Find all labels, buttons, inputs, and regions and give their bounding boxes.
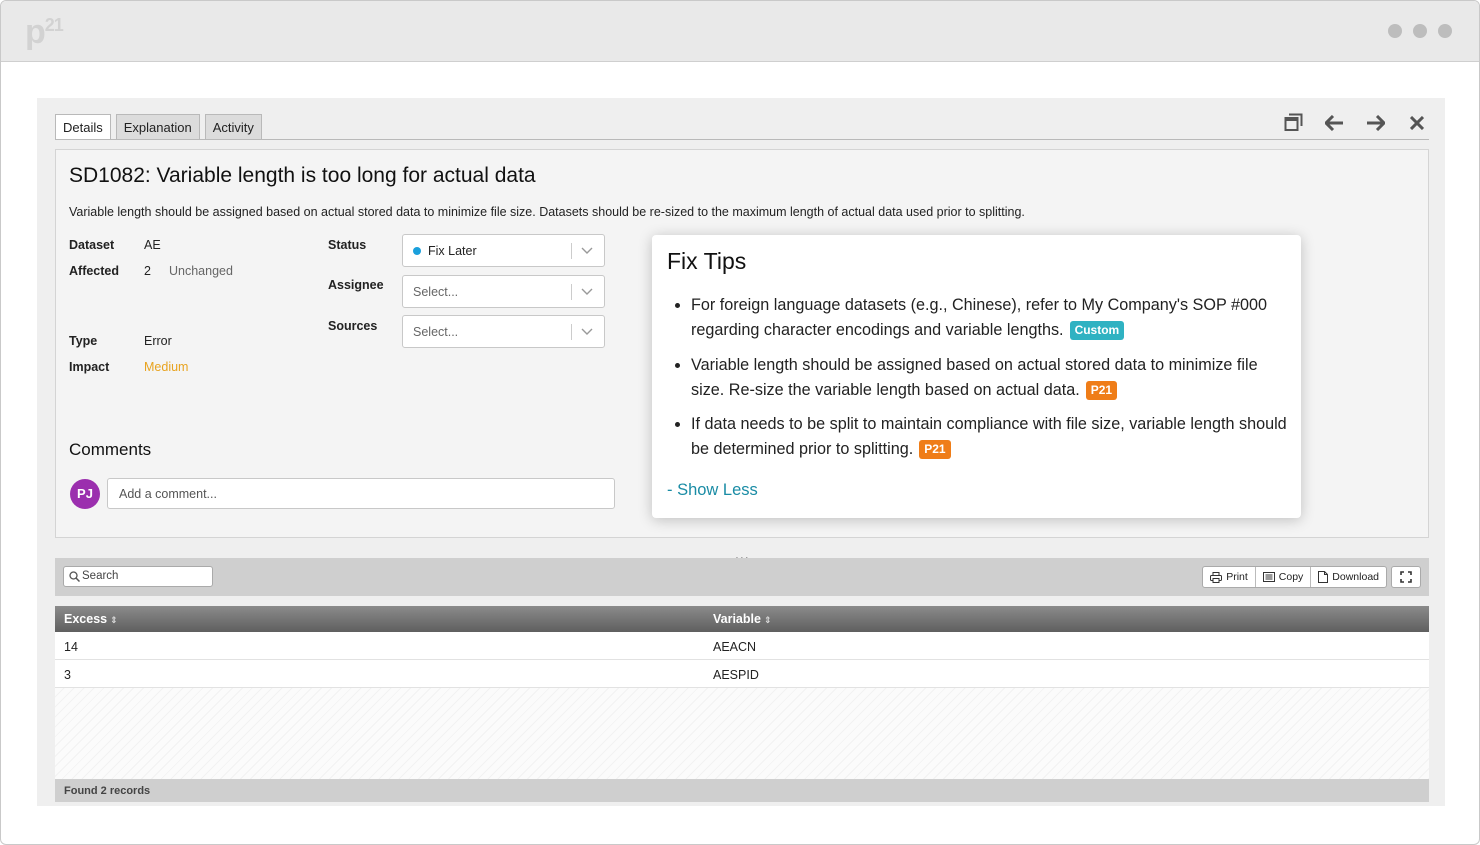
fix-tip-text: If data needs to be split to maintain co… <box>691 415 1287 458</box>
rule-title: SD1082: Variable length is too long for … <box>69 164 536 187</box>
fix-tip-item: If data needs to be split to maintain co… <box>669 412 1289 462</box>
p21-badge: P21 <box>919 440 951 459</box>
select-separator <box>571 324 572 340</box>
select-separator <box>571 243 572 259</box>
copy-label: Copy <box>1278 571 1304 583</box>
issue-panel: Details Explanation Activity SD1082: Var… <box>37 98 1445 806</box>
copy-icon <box>1262 572 1275 582</box>
sort-icon: ⇕ <box>110 615 118 625</box>
tab-bar: Details Explanation Activity <box>55 114 262 140</box>
window-dot-3[interactable] <box>1438 24 1452 38</box>
fix-tip-text: Variable length should be assigned based… <box>691 355 1258 399</box>
status-dot <box>413 247 421 255</box>
table-row[interactable]: 3 AESPID <box>55 660 1429 688</box>
assignee-select[interactable]: Select... <box>402 275 605 308</box>
status-text: Fix Later <box>428 244 477 258</box>
affected-label: Affected <box>69 264 120 278</box>
type-value: Error <box>144 334 172 348</box>
fix-tips-title: Fix Tips <box>667 248 747 274</box>
impact-value: Medium <box>144 360 189 374</box>
status-select-value: Fix Later <box>413 244 477 258</box>
app-window: p21 Details Explanation Activity SD1082:… <box>0 0 1480 845</box>
affected-note: Unchanged <box>169 264 233 278</box>
cell-variable: AESPID <box>713 668 759 682</box>
logo-sup: 21 <box>44 15 64 35</box>
print-button[interactable]: Print <box>1203 567 1256 587</box>
grid-toolbar: Search Print Copy Download <box>55 558 1429 596</box>
export-button-group: Print Copy Download <box>1202 566 1387 588</box>
close-icon[interactable] <box>1406 112 1427 133</box>
show-less-link[interactable]: - Show Less <box>667 481 758 500</box>
search-placeholder: Search <box>82 570 119 582</box>
tab-details[interactable]: Details <box>55 114 111 140</box>
grid-header: Excess ⇕ Variable ⇕ <box>55 606 1429 632</box>
fullscreen-button[interactable] <box>1391 566 1421 588</box>
results-grid: Excess ⇕ Variable ⇕ 14 AEACN 3 AESPID Foun… <box>55 606 1429 802</box>
panel-toolbar <box>1283 112 1427 133</box>
printer-icon <box>1210 571 1223 583</box>
window-dot-2[interactable] <box>1413 24 1427 38</box>
details-pane: SD1082: Variable length is too long for … <box>55 149 1429 538</box>
impact-label: Impact <box>69 360 110 374</box>
grid-empty-area <box>55 688 1429 779</box>
arrow-left-icon[interactable] <box>1324 112 1345 133</box>
sources-placeholder: Select... <box>413 325 459 339</box>
download-button[interactable]: Download <box>1311 567 1386 587</box>
column-header-variable[interactable]: Variable ⇕ <box>713 612 772 626</box>
type-label: Type <box>69 334 98 348</box>
chevron-down-icon[interactable] <box>581 244 593 256</box>
grid-actions: Print Copy Download <box>1202 566 1421 588</box>
sources-label: Sources <box>328 319 378 333</box>
select-separator <box>571 284 572 300</box>
affected-value: 2 <box>144 264 151 278</box>
p21-logo: p21 <box>25 13 64 52</box>
sources-select[interactable]: Select... <box>402 315 605 348</box>
fix-tips-list: For foreign language datasets (e.g., Chi… <box>669 293 1289 472</box>
fullscreen-icon <box>1400 571 1412 583</box>
cell-excess: 3 <box>64 668 71 682</box>
rule-description: Variable length should be assigned based… <box>69 205 1025 219</box>
tab-explanation[interactable]: Explanation <box>115 114 200 140</box>
fix-tips-card: Fix Tips For foreign language datasets (… <box>652 235 1301 518</box>
column-header-label: Variable <box>713 612 761 626</box>
arrow-right-icon[interactable] <box>1365 112 1386 133</box>
dataset-label: Dataset <box>69 238 115 252</box>
chevron-down-icon[interactable] <box>581 325 593 337</box>
search-icon <box>69 571 80 582</box>
p21-badge: P21 <box>1085 380 1118 400</box>
title-bar: p21 <box>1 1 1479 62</box>
document-icon <box>1318 571 1329 583</box>
tab-divider <box>55 139 1429 140</box>
cell-excess: 14 <box>64 640 78 654</box>
window-dot-1[interactable] <box>1388 24 1402 38</box>
print-label: Print <box>1226 571 1248 583</box>
status-select[interactable]: Fix Later <box>402 234 605 267</box>
assignee-label: Assignee <box>328 278 384 292</box>
table-row[interactable]: 14 AEACN <box>55 632 1429 660</box>
column-header-label: Excess <box>64 612 108 626</box>
fix-tip-item: Variable length should be assigned based… <box>669 353 1289 403</box>
column-header-excess[interactable]: Excess ⇕ <box>64 612 118 626</box>
window-controls <box>1388 24 1452 38</box>
status-label: Status <box>328 238 367 252</box>
comment-input[interactable]: Add a comment... <box>107 478 615 509</box>
fix-tip-text: For foreign language datasets (e.g., Chi… <box>691 296 1267 339</box>
dataset-value: AE <box>144 238 161 252</box>
custom-badge: Custom <box>1069 321 1125 340</box>
avatar: PJ <box>70 479 100 509</box>
chevron-down-icon[interactable] <box>581 285 593 297</box>
fix-tip-item: For foreign language datasets (e.g., Chi… <box>669 293 1289 343</box>
cell-variable: AEACN <box>713 640 757 654</box>
copy-button[interactable]: Copy <box>1256 567 1312 587</box>
grid-footer: Found 2 records <box>55 779 1429 802</box>
logo-letter: p <box>25 13 46 51</box>
download-label: Download <box>1332 571 1379 583</box>
tab-activity[interactable]: Activity <box>204 114 262 140</box>
search-input[interactable]: Search <box>63 566 213 587</box>
sort-icon: ⇕ <box>763 615 772 625</box>
comments-title: Comments <box>69 440 152 459</box>
assignee-placeholder: Select... <box>413 285 459 299</box>
popout-icon[interactable] <box>1283 112 1304 133</box>
